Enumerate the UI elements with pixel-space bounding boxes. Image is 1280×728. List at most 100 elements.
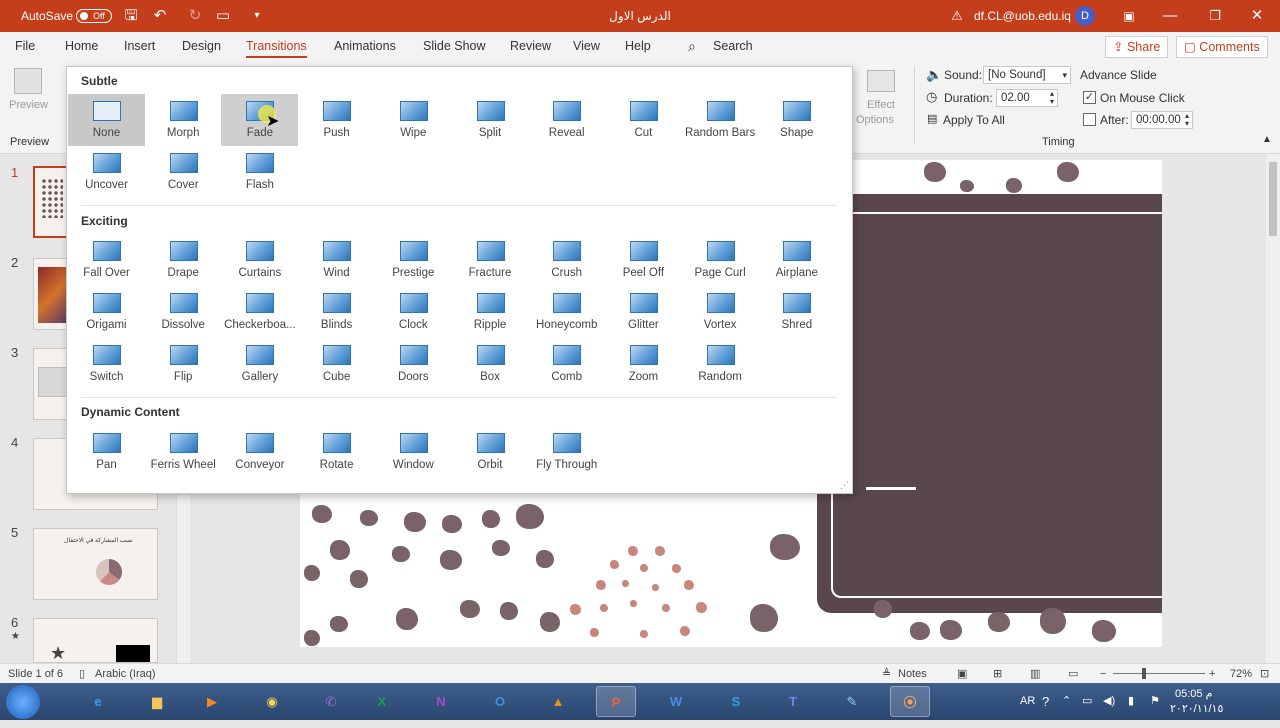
reading-view-icon[interactable]: ▥ xyxy=(1030,666,1040,682)
tab-review[interactable]: Review xyxy=(510,32,551,60)
effect-options-line1[interactable]: Effect xyxy=(867,99,895,111)
outlook-icon[interactable]: O xyxy=(480,686,520,717)
fit-to-window-icon[interactable]: ⊡ xyxy=(1260,666,1269,682)
transition-shape[interactable]: Shape xyxy=(758,94,835,146)
share-button[interactable]: ⇪ Share xyxy=(1105,36,1169,58)
transition-rotate[interactable]: Rotate xyxy=(298,426,375,478)
search-icon[interactable]: ⌕ xyxy=(688,32,696,60)
duration-spinner[interactable]: 02.00 ▴ ▾ xyxy=(996,89,1058,107)
transition-orbit[interactable]: Orbit xyxy=(452,426,529,478)
transition-split[interactable]: Split xyxy=(452,94,529,146)
tab-slide-show[interactable]: Slide Show xyxy=(423,32,486,60)
apply-to-all-button[interactable]: Apply To All xyxy=(943,113,1005,127)
transition-cover[interactable]: Cover xyxy=(145,146,222,198)
slideshow-icon[interactable]: ▭ xyxy=(1068,666,1078,682)
transition-ferris-wheel[interactable]: Ferris Wheel xyxy=(145,426,222,478)
transition-ripple[interactable]: Ripple xyxy=(452,286,529,338)
transition-pan[interactable]: Pan xyxy=(68,426,145,478)
transition-drape[interactable]: Drape xyxy=(145,234,222,286)
transition-fracture[interactable]: Fracture xyxy=(452,234,529,286)
restore-icon[interactable]: ❐ xyxy=(1206,7,1224,25)
onenote-icon[interactable]: N xyxy=(421,686,461,717)
clock-date[interactable]: ٢٠٢٠/١١/١٥ xyxy=(1170,691,1223,728)
tab-help[interactable]: Help xyxy=(625,32,651,60)
media-player-icon[interactable]: ▶ xyxy=(192,686,232,717)
slide-sorter-icon[interactable]: ⊞ xyxy=(993,666,1002,682)
transition-crush[interactable]: Crush xyxy=(528,234,605,286)
transition-page-curl[interactable]: Page Curl xyxy=(682,234,759,286)
slide-thumbnail-5[interactable]: نسب المشاركة في الاحتفال xyxy=(33,528,158,600)
comments-button[interactable]: ▢ Comments xyxy=(1176,36,1268,58)
spinner-arrows-icon[interactable]: ▴ ▾ xyxy=(1185,112,1189,128)
transition-blinds[interactable]: Blinds xyxy=(298,286,375,338)
word-icon[interactable]: W xyxy=(656,686,696,717)
normal-view-icon[interactable]: ▣ xyxy=(957,666,967,682)
tab-transitions[interactable]: Transitions xyxy=(246,32,307,60)
effect-options-line2[interactable]: Options xyxy=(856,114,894,126)
slide-scrollbar[interactable] xyxy=(1266,154,1280,663)
transition-cube[interactable]: Cube xyxy=(298,338,375,390)
customize-toolbar-icon[interactable]: ▾ xyxy=(248,7,266,25)
autosave-toggle[interactable]: Off xyxy=(76,9,112,23)
transition-gallery[interactable]: Gallery xyxy=(221,338,298,390)
transition-shred[interactable]: Shred xyxy=(758,286,835,338)
resize-grip-icon[interactable]: ⋰ xyxy=(840,480,849,491)
spelling-icon[interactable]: ▯ xyxy=(79,666,85,682)
ie-icon[interactable]: e xyxy=(78,686,118,717)
zoom-slider[interactable] xyxy=(1113,673,1205,674)
zoom-out-icon[interactable]: − xyxy=(1100,666,1106,682)
transition-reveal[interactable]: Reveal xyxy=(528,94,605,146)
transition-doors[interactable]: Doors xyxy=(375,338,452,390)
transition-flip[interactable]: Flip xyxy=(145,338,222,390)
preview-button[interactable]: Preview xyxy=(9,99,48,111)
language-indicator[interactable]: Arabic (Iraq) xyxy=(95,666,156,682)
viber-icon[interactable]: ✆ xyxy=(311,686,351,717)
transition-zoom[interactable]: Zoom xyxy=(605,338,682,390)
vlc-icon[interactable]: ▲ xyxy=(538,686,578,717)
tray-expand-icon[interactable]: ⌃ xyxy=(1062,683,1071,720)
scrollbar-thumb[interactable] xyxy=(1269,162,1277,236)
transition-checkerboa[interactable]: Checkerboa... xyxy=(221,286,298,338)
spinner-arrows-icon[interactable]: ▴ ▾ xyxy=(1050,90,1054,106)
tab-file[interactable]: File xyxy=(15,32,35,60)
transition-airplane[interactable]: Airplane xyxy=(758,234,835,286)
tab-view[interactable]: View xyxy=(573,32,600,60)
tab-animations[interactable]: Animations xyxy=(334,32,396,60)
recorder-icon[interactable]: ⦿ xyxy=(890,686,930,717)
zoom-level[interactable]: 72% xyxy=(1230,666,1252,682)
close-icon[interactable]: ✕ xyxy=(1248,7,1266,25)
excel-icon[interactable]: X xyxy=(362,686,402,717)
transition-comb[interactable]: Comb xyxy=(528,338,605,390)
transition-wipe[interactable]: Wipe xyxy=(375,94,452,146)
transition-peel-off[interactable]: Peel Off xyxy=(605,234,682,286)
transition-conveyor[interactable]: Conveyor xyxy=(221,426,298,478)
tab-design[interactable]: Design xyxy=(182,32,221,60)
notes-button[interactable]: Notes xyxy=(898,666,927,682)
avatar[interactable]: D xyxy=(1075,6,1095,26)
transition-honeycomb[interactable]: Honeycomb xyxy=(528,286,605,338)
transition-vortex[interactable]: Vortex xyxy=(682,286,759,338)
warning-icon[interactable]: ⚠ xyxy=(948,7,966,25)
transition-random-bars[interactable]: Random Bars xyxy=(682,94,759,146)
account-email[interactable]: df.CL@uob.edu.iq xyxy=(974,0,1071,32)
after-checkbox[interactable] xyxy=(1083,113,1096,126)
transition-curtains[interactable]: Curtains xyxy=(221,234,298,286)
transition-random[interactable]: Random xyxy=(682,338,759,390)
ribbon-display-icon[interactable]: ▣ xyxy=(1120,7,1138,25)
after-spinner[interactable]: 00:00.00 ▴ ▾ xyxy=(1131,111,1193,129)
skype-icon[interactable]: S xyxy=(716,686,756,717)
chrome-icon[interactable]: ◉ xyxy=(252,686,292,717)
explorer-icon[interactable]: ▆ xyxy=(137,686,177,717)
search-label[interactable]: Search xyxy=(713,32,753,60)
transition-fly-through[interactable]: Fly Through xyxy=(528,426,605,478)
action-center-icon[interactable]: ▭ xyxy=(1082,683,1092,720)
powerpoint-icon[interactable]: P xyxy=(596,686,636,717)
on-mouse-click-checkbox[interactable]: ✓ xyxy=(1083,91,1096,104)
transition-box[interactable]: Box xyxy=(452,338,529,390)
sound-dropdown[interactable]: [No Sound] ▾ xyxy=(983,66,1071,84)
transition-push[interactable]: Push xyxy=(298,94,375,146)
start-button[interactable] xyxy=(6,685,40,719)
slide-thumbnail-6[interactable]: ★ xyxy=(33,618,158,663)
paint-icon[interactable]: ✎ xyxy=(832,686,872,717)
network-icon[interactable]: ▮ xyxy=(1128,683,1134,720)
